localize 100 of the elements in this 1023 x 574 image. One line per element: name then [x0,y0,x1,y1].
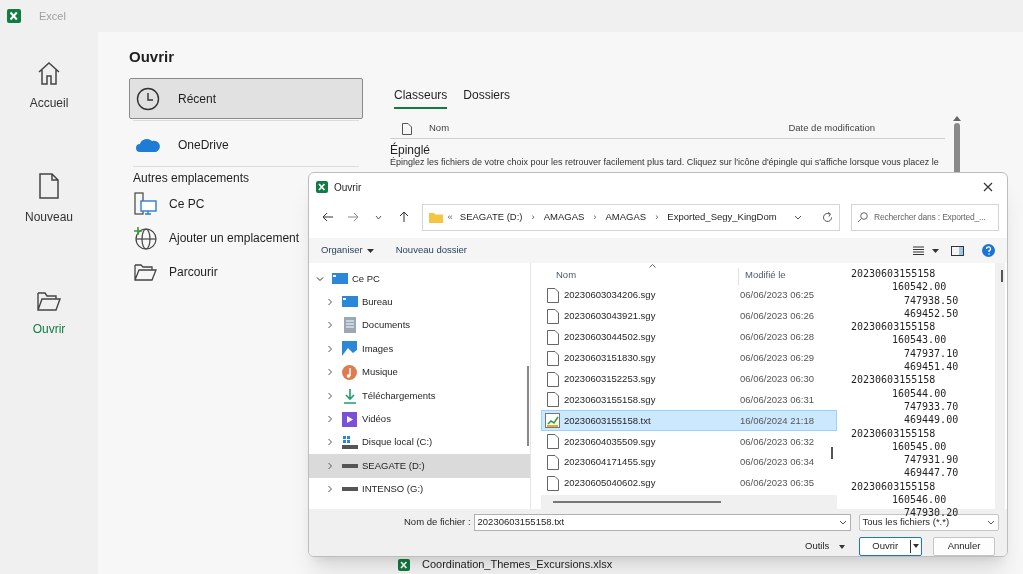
preview-line: 160546.00 [892,494,947,506]
folder-icon [133,262,157,282]
nav-item[interactable]: Nouveau [9,168,89,230]
file-row[interactable]: 20230603155158.sgy 06/06/2023 06:31 [541,389,837,411]
file-date: 06/06/2023 06:31 [740,392,814,407]
help-icon [982,244,995,257]
scrollbar-thumb[interactable] [553,501,721,503]
file-icon [546,287,559,303]
cloud-icon [136,136,160,153]
computer-icon [133,192,157,216]
address-bar[interactable]: « SEAGATE (D:) › AMAGAS › AMAGAS › Exported_Segy_KingDom [421,203,840,231]
chevron-right-icon [325,343,335,354]
filename-label: Nom de fichier : [404,515,471,530]
file-row[interactable]: 20230603152253.sgy 06/06/2023 06:30 [541,368,837,390]
breadcrumb[interactable]: AMAGAS [605,209,647,225]
preview-line: 160545.00 [892,440,947,452]
app-title: Excel [39,8,66,24]
cancel-button[interactable]: Annuler [933,537,995,556]
tools-button[interactable]: Outils [805,539,846,554]
tree-item[interactable]: Images [309,337,530,361]
preview-pane-button[interactable] [951,245,964,256]
help-button[interactable] [982,244,995,257]
list-view-icon [913,246,924,255]
music-icon [342,364,357,380]
file-date: 06/06/2023 06:30 [740,371,814,386]
dialog-title: Ouvrir [334,180,362,195]
file-row[interactable]: 20230603044502.sgy 06/06/2023 06:28 [541,326,837,348]
column-header[interactable]: Nom [541,267,739,285]
breadcrumb[interactable]: AMAGAS [543,209,585,225]
column-header[interactable]: Nom [429,121,450,136]
file-row[interactable]: 20230605040602.sgy 06/06/2023 06:35 [541,473,837,494]
breadcrumb-overflow[interactable]: « [447,209,453,225]
tree-item[interactable]: SEAGATE (D:) [309,454,530,478]
close-icon [983,182,993,192]
preview-pane-icon [951,245,964,256]
location-item[interactable]: OneDrive [129,124,363,165]
view-options-button[interactable] [913,246,939,255]
new-folder-button[interactable]: Nouveau dossier [395,243,467,258]
tree-item[interactable]: Documents [309,313,530,338]
preview-line: 469449.00 [904,414,959,426]
recent-file-name[interactable]: Coordination_Themes_Excursions.xlsx [422,558,613,571]
caret-down-icon [932,248,939,253]
drive-icon [341,463,358,468]
tree-item[interactable]: Musique [309,360,530,384]
breadcrumb[interactable]: Exported_Segy_KingDom [667,209,777,225]
file-row[interactable]: 20230603151830.sgy 06/06/2023 06:29 [541,347,837,369]
home-icon [36,60,62,86]
file-row[interactable]: 20230603043921.sgy 06/06/2023 06:26 [541,305,837,327]
file-row[interactable]: 20230603034206.sgy 06/06/2023 06:25 [541,285,837,306]
preview-line: 747931.90 [904,454,959,466]
tree-item[interactable]: Ce PC [309,267,530,291]
caret-down-icon [366,248,374,253]
open-button[interactable]: Ouvrir [859,537,923,556]
arrow-left-icon [321,212,334,222]
chevron-right-icon [325,390,335,401]
tree-item[interactable]: Vidéos [309,407,530,431]
file-row[interactable]: 20230604171455.sgy 06/06/2023 06:34 [541,452,837,473]
tab[interactable]: Classeurs [394,86,448,109]
excel-logo-icon [316,181,328,193]
file-icon [546,434,559,450]
tree-item[interactable]: INTENSO (G:) [309,477,530,501]
file-row[interactable]: 20230603155158.txt 16/06/2024 21:18 [541,410,837,432]
file-name: 20230603043921.sgy [564,309,657,324]
location-item[interactable]: Parcourir [129,255,222,289]
organize-button[interactable]: Organiser [321,243,374,258]
preview-line: 20230603155158 [851,373,937,387]
preview-line: 20230603155158 [851,479,937,494]
column-header[interactable]: Modifié le [739,267,786,285]
file-icon [546,329,559,345]
preview-line: 20230603155158 [851,267,937,281]
chevron-right-icon [325,484,335,495]
location-item[interactable]: Ajouter un emplacement [129,221,304,255]
location-item[interactable]: Récent [129,78,363,119]
scrollbar-thumb[interactable] [831,447,833,459]
file-date: 06/06/2023 06:34 [740,455,814,470]
breadcrumb[interactable]: SEAGATE (D:) [459,209,523,225]
text-file-icon [545,413,560,429]
refresh-icon [821,211,833,223]
file-icon [546,371,559,387]
location-item[interactable]: Ce PC [129,187,209,221]
column-header[interactable]: Date de modification [788,121,875,136]
tab[interactable]: Dossiers [463,86,511,109]
file-row[interactable]: 20230604035509.sgy 06/06/2023 06:32 [541,431,837,453]
search-field[interactable]: Rechercher dans : Exported_... [850,203,1000,231]
nav-item[interactable]: Ouvrir [9,286,89,342]
tree-item[interactable]: Bureau [309,290,530,314]
filename-field[interactable]: 20230603155158.txt [473,514,851,531]
document-icon [342,317,357,334]
chevron-down-icon [986,520,995,525]
file-name: 20230603155158.sgy [564,392,657,407]
file-name: 20230604035509.sgy [564,434,657,449]
chevron-right-icon [325,460,335,471]
file-icon [546,350,559,366]
scrollbar-thumb[interactable] [527,366,529,446]
monitor-icon [331,271,348,286]
tree-item[interactable]: Disque local (C:) [309,430,530,455]
file-name: 20230603044502.sgy [564,330,657,345]
nav-item[interactable]: Accueil [9,56,89,116]
scrollbar-thumb[interactable] [1001,270,1003,282]
tree-item[interactable]: Téléchargements [309,383,530,408]
